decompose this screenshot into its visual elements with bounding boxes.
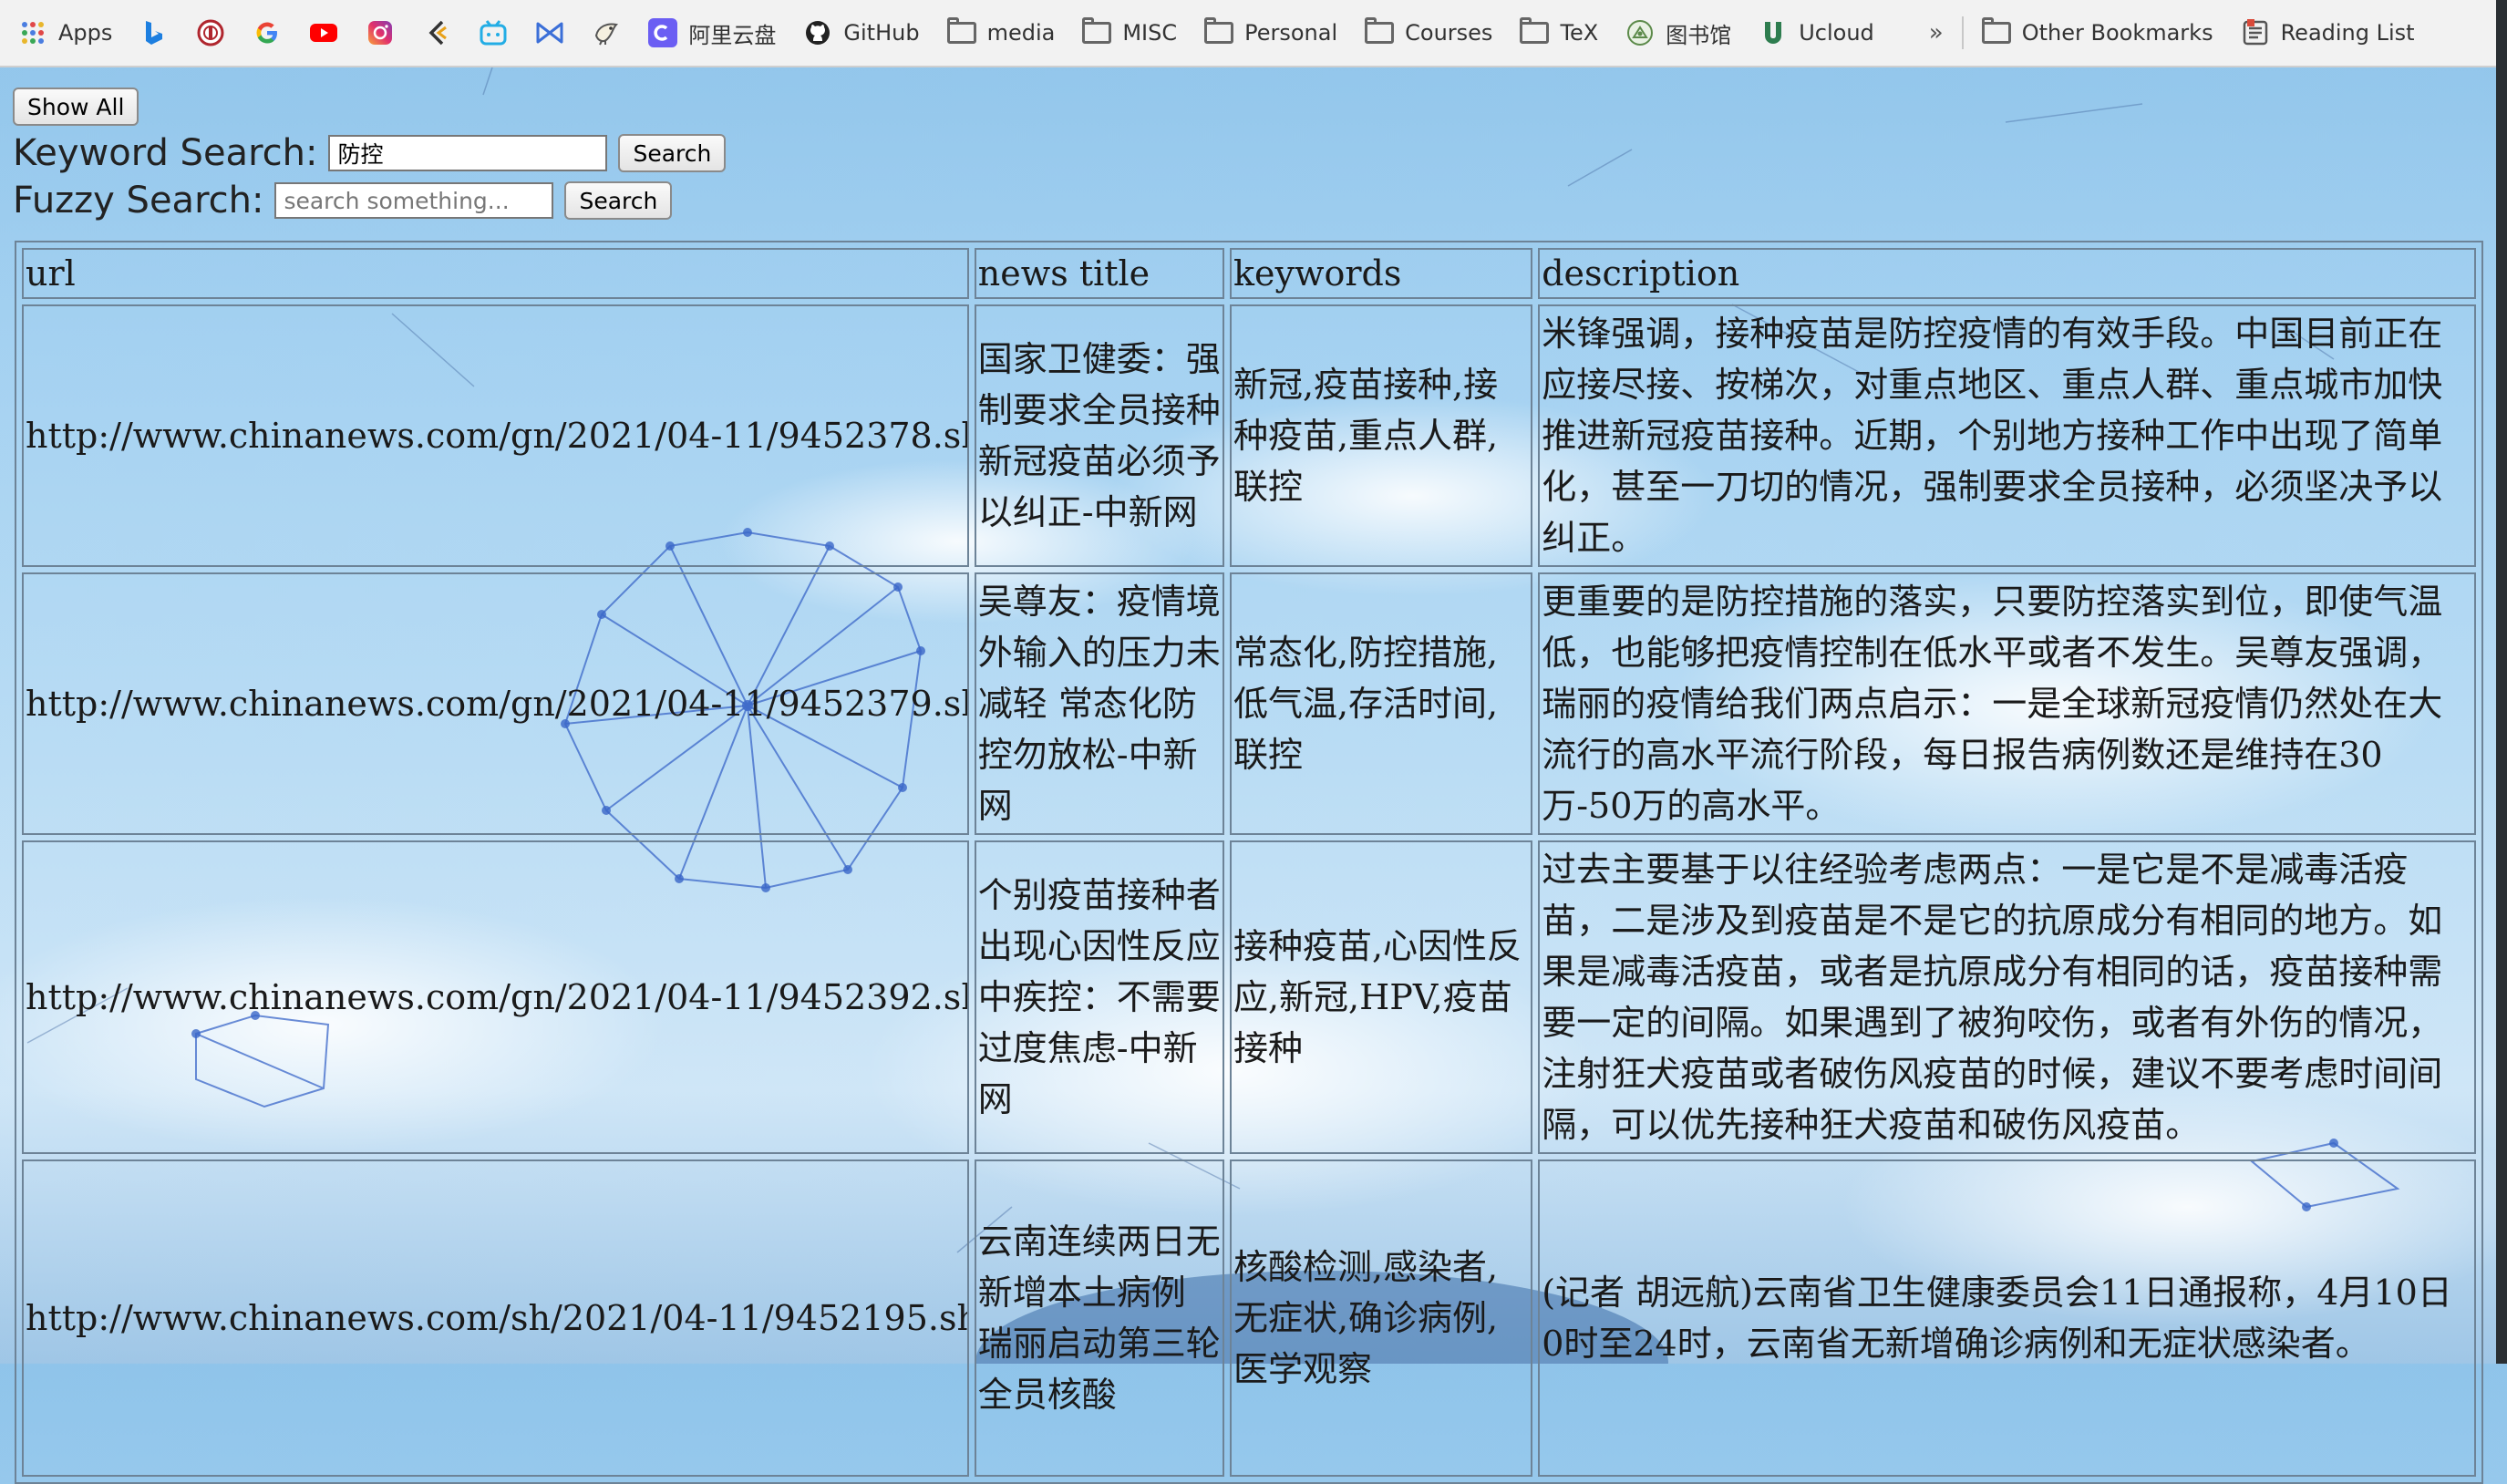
table-row: http://www.chinanews.com/gn/2021/04-11/9…: [22, 840, 2476, 1154]
bookmark-bing[interactable]: [139, 18, 169, 47]
instagram-icon: [366, 18, 395, 47]
bracket-logo-icon: [422, 18, 451, 47]
cell-url: http://www.chinanews.com/gn/2021/04-11/9…: [22, 304, 969, 567]
bookmark-label: Other Bookmarks: [2021, 20, 2213, 46]
column-header-description: description: [1538, 248, 2476, 299]
bookmark-label: Courses: [1405, 20, 1493, 46]
news-results-table: url news title keywords description http…: [15, 241, 2483, 1484]
bookmark-label: GitHub: [843, 20, 920, 46]
column-header-news-title: news title: [974, 248, 1224, 299]
fuzzy-search-button[interactable]: Search: [564, 181, 673, 220]
fuzzy-search-label: Fuzzy Search:: [13, 180, 264, 222]
fuzzy-search-row: Fuzzy Search: Search: [13, 177, 726, 224]
table-row: http://www.chinanews.com/gn/2021/04-11/9…: [22, 572, 2476, 835]
bookmark-label: media: [986, 20, 1056, 46]
cell-description: (记者 胡远航)云南省卫生健康委员会11日通报称，4月10日0时至24时，云南省…: [1538, 1159, 2476, 1477]
bookmark-bilibili[interactable]: [479, 18, 508, 47]
folder-icon: [1520, 17, 1550, 47]
bookmark-other-bookmarks[interactable]: Other Bookmarks: [1981, 17, 2213, 47]
library-icon: [1625, 18, 1655, 47]
keyword-search-row: Keyword Search: Search: [13, 129, 727, 177]
ucloud-icon: [1759, 18, 1788, 47]
bookmark-label: Personal: [1244, 20, 1338, 46]
window-edge: [2496, 0, 2507, 1364]
bookmark-label: TeX: [1560, 20, 1599, 46]
bookmark-bowtie[interactable]: [535, 18, 564, 47]
column-header-url: url: [22, 248, 969, 299]
bookmark-bird[interactable]: [592, 18, 621, 47]
cell-description: 米锋强调，接种疫苗是防控疫情的有效手段。中国目前正在应接尽接、按梯次，对重点地区…: [1538, 304, 2476, 567]
aliyun-drive-icon: [648, 18, 678, 47]
cell-news-title: 个别疫苗接种者出现心因性反应 中疾控：不需要过度焦虑-中新网: [974, 840, 1224, 1154]
bookmarks-divider: [1961, 16, 1964, 49]
keyword-search-button[interactable]: Search: [618, 134, 727, 172]
university-seal-icon: [196, 18, 225, 47]
table-row: http://www.chinanews.com/sh/2021/04-11/9…: [22, 1159, 2476, 1477]
bookmark-aliyun-drive[interactable]: 阿里云盘: [648, 17, 776, 49]
folder-icon: [946, 17, 976, 47]
cell-keywords: 常态化,防控措施,低气温,存活时间,联控: [1229, 572, 1533, 835]
bookmark-library[interactable]: 图书馆: [1625, 17, 1731, 49]
reading-list-icon: [2241, 18, 2270, 47]
google-icon: [253, 18, 282, 47]
keyword-search-label: Keyword Search:: [13, 132, 318, 174]
bookmark-apps[interactable]: Apps: [18, 18, 112, 47]
cell-description: 过去主要基于以往经验考虑两点：一是它是不是减毒活疫苗，二是涉及到疫苗是不是它的抗…: [1538, 840, 2476, 1154]
bookmark-label: Apps: [58, 20, 113, 46]
bing-icon: [139, 18, 169, 47]
fuzzy-search-input[interactable]: [274, 182, 554, 219]
bookmark-bracket[interactable]: [422, 18, 451, 47]
bookmark-folder-media[interactable]: media: [946, 17, 1056, 47]
cell-keywords: 接种疫苗,心因性反应,新冠,HPV,疫苗接种: [1229, 840, 1533, 1154]
bookmark-youtube[interactable]: [309, 18, 338, 47]
bookmark-folder-courses[interactable]: Courses: [1365, 17, 1493, 47]
bookmark-label: 阿里云盘: [688, 22, 777, 48]
bookmark-github[interactable]: GitHub: [803, 18, 920, 47]
bookmark-university[interactable]: [196, 18, 225, 47]
bookmark-instagram[interactable]: [366, 18, 395, 47]
cell-description: 更重要的是防控措施的落实，只要防控落实到位，即使气温低，也能够把疫情控制在低水平…: [1538, 572, 2476, 835]
bookmark-google[interactable]: [253, 18, 282, 47]
search-controls: Show All Keyword Search: Search Fuzzy Se…: [13, 88, 727, 224]
apps-grid-icon: [18, 18, 47, 47]
bilibili-icon: [479, 18, 508, 47]
bookmark-label: Ucloud: [1799, 20, 1874, 46]
bookmark-folder-tex[interactable]: TeX: [1520, 17, 1599, 47]
show-all-button[interactable]: Show All: [13, 88, 139, 126]
folder-icon: [1981, 17, 2011, 47]
bird-logo-icon: [592, 18, 621, 47]
bookmark-folder-misc[interactable]: MISC: [1082, 17, 1178, 47]
folder-icon: [1365, 17, 1395, 47]
column-header-keywords: keywords: [1229, 248, 1533, 299]
table-header-row: url news title keywords description: [22, 248, 2476, 299]
bookmark-label: 图书馆: [1666, 22, 1732, 48]
folder-icon: [1204, 17, 1234, 47]
cell-keywords: 新冠,疫苗接种,接种疫苗,重点人群,联控: [1229, 304, 1533, 567]
cell-news-title: 国家卫健委：强制要求全员接种新冠疫苗必须予以纠正-中新网: [974, 304, 1224, 567]
cell-keywords: 核酸检测,感染者,无症状,确诊病例,医学观察: [1229, 1159, 1533, 1477]
github-icon: [803, 18, 832, 47]
bookmark-reading-list[interactable]: Reading List: [2241, 18, 2415, 47]
cell-url: http://www.chinanews.com/sh/2021/04-11/9…: [22, 1159, 969, 1477]
bookmark-label: MISC: [1122, 20, 1178, 46]
cell-url: http://www.chinanews.com/gn/2021/04-11/9…: [22, 840, 969, 1154]
youtube-icon: [309, 18, 338, 47]
keyword-search-input[interactable]: [328, 135, 608, 171]
cell-news-title: 吴尊友：疫情境外输入的压力未减轻 常态化防控勿放松-中新网: [974, 572, 1224, 835]
bookmark-ucloud[interactable]: Ucloud: [1759, 18, 1874, 47]
more-bookmarks-chevron[interactable]: »: [1929, 19, 1944, 46]
folder-icon: [1082, 17, 1112, 47]
bookmark-label: Reading List: [2280, 20, 2415, 46]
bookmark-folder-personal[interactable]: Personal: [1204, 17, 1338, 47]
bookmarks-bar: Apps 阿里云盘 GitHub media MISC Personal Cou…: [0, 0, 2507, 67]
cell-news-title: 云南连续两日无新增本土病例 瑞丽启动第三轮全员核酸: [974, 1159, 1224, 1477]
bowtie-logo-icon: [535, 18, 564, 47]
cell-url: http://www.chinanews.com/gn/2021/04-11/9…: [22, 572, 969, 835]
table-row: http://www.chinanews.com/gn/2021/04-11/9…: [22, 304, 2476, 567]
